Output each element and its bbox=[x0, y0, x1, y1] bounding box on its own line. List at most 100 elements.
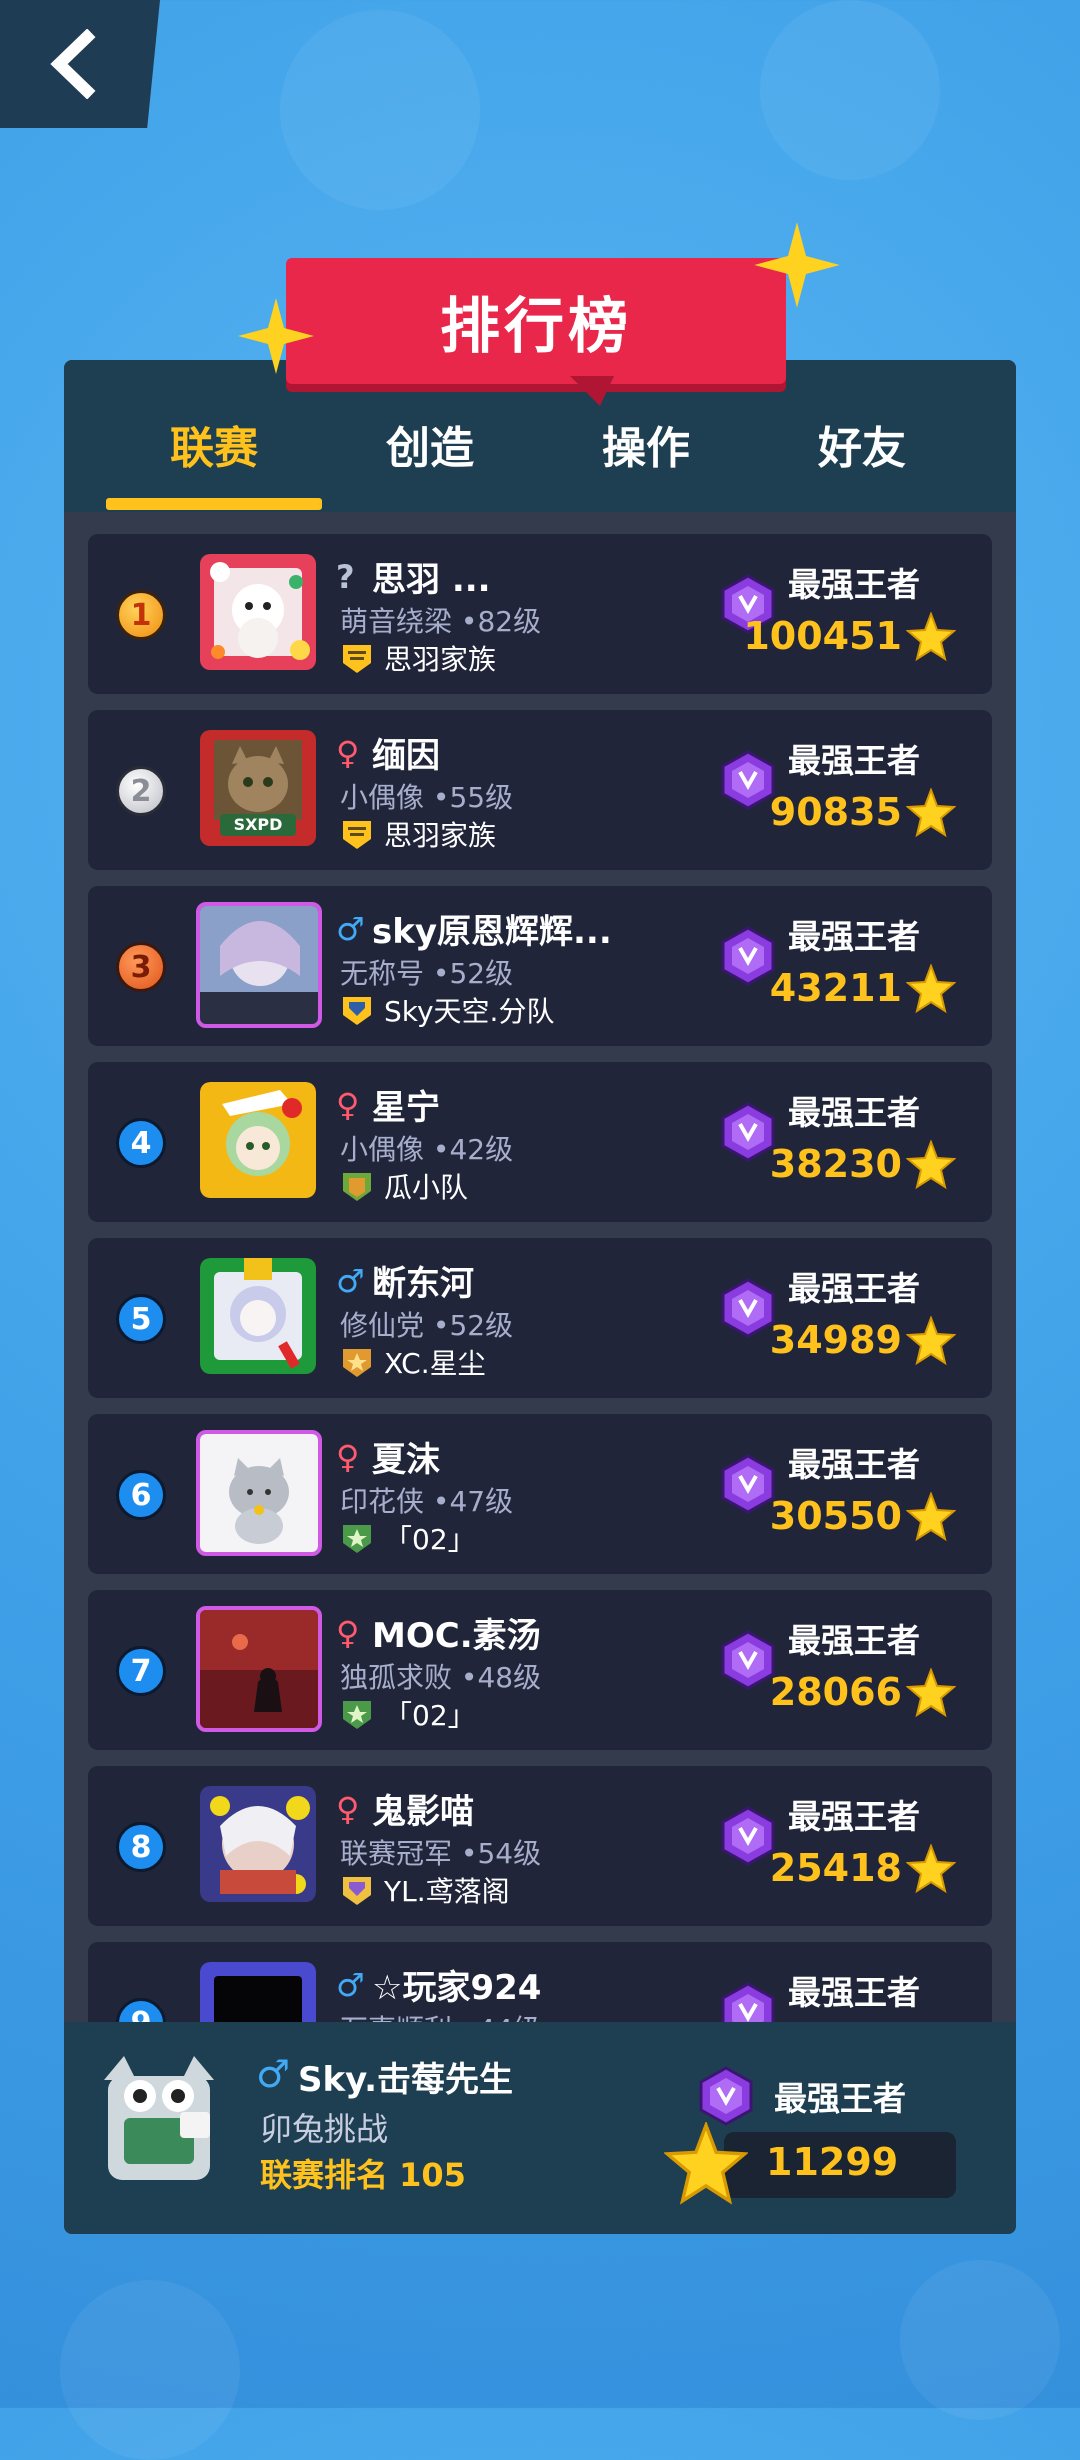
team-badge-icon bbox=[343, 1701, 371, 1729]
player-row[interactable]: 8 ♀ 鬼影喵 联赛冠军 •54级 YL.鸢落阁 最强王者 25418 bbox=[88, 1766, 992, 1926]
team-name: 思羽家族 bbox=[384, 819, 497, 852]
player-level: •82级 bbox=[460, 605, 542, 638]
team-badge-icon bbox=[343, 997, 371, 1025]
player-name: 断东河 bbox=[372, 1264, 474, 1304]
sparkle-icon bbox=[754, 222, 840, 308]
star-icon bbox=[906, 1668, 956, 1718]
my-ranking-bar[interactable]: ♂ Sky.击莓先生 卯兔挑战 联赛排名 105 最强王者 11299 bbox=[64, 2022, 1016, 2234]
player-name: 思羽 ... bbox=[372, 560, 491, 600]
tab-operation[interactable]: 操作 bbox=[538, 412, 754, 476]
player-row[interactable]: 9 ♂ ☆玩家924 万事顺利 •44级 最强王者 bbox=[88, 1942, 992, 2022]
player-row[interactable]: 1 ? 思羽 ... 萌音绕梁 •82级 思羽家族 最强王者 100451 bbox=[88, 534, 992, 694]
player-row[interactable]: 3 ♂ sky原恩辉辉... 无称号 •52级 Sky天空.分队 最强王者 43… bbox=[88, 886, 992, 1046]
team-badge-icon bbox=[343, 1349, 371, 1377]
player-title: 印花侠 bbox=[340, 1485, 425, 1518]
team-name: 思羽家族 bbox=[384, 643, 497, 676]
tab-league[interactable]: 联赛 bbox=[106, 412, 322, 476]
bg-decoration bbox=[760, 0, 940, 180]
my-subtitle: 卯兔挑战 bbox=[260, 2110, 389, 2148]
player-title: 萌音绕梁 bbox=[340, 605, 453, 638]
player-level: •48级 bbox=[460, 1661, 542, 1694]
player-title: 小偶像 bbox=[340, 1133, 425, 1166]
star-icon bbox=[906, 788, 956, 838]
tab-friends[interactable]: 好友 bbox=[754, 412, 970, 476]
player-title-level: 小偶像 •55级 bbox=[340, 776, 513, 816]
gender-icon: ♀ bbox=[336, 1790, 360, 1828]
score-value: 38230 bbox=[769, 1142, 902, 1186]
player-level: •47级 bbox=[432, 1485, 514, 1518]
player-title-level: 万事顺利 •44级 bbox=[340, 2008, 541, 2022]
team-badge-icon bbox=[343, 645, 371, 673]
player-row[interactable]: 7 ♀ MOC.素汤 独孤求败 •48级 「02」 最强王者 28066 bbox=[88, 1590, 992, 1750]
leaderboard-panel: 联赛 创造 操作 好友 1 ? 思羽 ... 萌音绕梁 •82级 思羽家族 最强… bbox=[64, 360, 1016, 2234]
star-icon bbox=[906, 1844, 956, 1894]
back-button[interactable] bbox=[0, 0, 160, 128]
player-row[interactable]: 2 SXPD ♀ 缅因 小偶像 •55级 思羽家族 最强王者 90835 bbox=[88, 710, 992, 870]
rank-badge: 8 bbox=[116, 1822, 166, 1872]
star-icon bbox=[906, 1140, 956, 1190]
player-row[interactable]: 6 ♀ 夏沫 印花侠 •47级 「02」 最强王者 30550 bbox=[88, 1414, 992, 1574]
rank-badge: 7 bbox=[116, 1646, 166, 1696]
avatar[interactable] bbox=[200, 1962, 316, 2022]
ranking-list[interactable]: 1 ? 思羽 ... 萌音绕梁 •82级 思羽家族 最强王者 100451 2 … bbox=[64, 512, 1016, 2022]
team-badge-icon bbox=[343, 1525, 371, 1553]
score-value: 25418 bbox=[769, 1846, 902, 1890]
active-tab-indicator bbox=[106, 498, 322, 510]
my-name: Sky.击莓先生 bbox=[298, 2060, 514, 2100]
avatar[interactable] bbox=[196, 902, 322, 1028]
tab-create[interactable]: 创造 bbox=[322, 412, 538, 476]
gender-icon: ♀ bbox=[336, 1438, 360, 1476]
gender-icon: ♂ bbox=[336, 1262, 365, 1300]
avatar[interactable] bbox=[196, 1430, 322, 1556]
score-value: 90835 bbox=[769, 790, 902, 834]
player-level: •52级 bbox=[432, 1309, 514, 1342]
avatar[interactable] bbox=[196, 1606, 322, 1732]
my-gender-icon: ♂ bbox=[256, 2052, 291, 2096]
player-title-level: 印花侠 •47级 bbox=[340, 1480, 513, 1520]
star-icon bbox=[906, 1316, 956, 1366]
bg-decoration bbox=[280, 10, 480, 210]
player-name: 星宁 bbox=[372, 1088, 440, 1128]
team-name: Sky天空.分队 bbox=[384, 995, 555, 1028]
player-level: •55级 bbox=[432, 781, 514, 814]
my-league-rank: 联赛排名 105 bbox=[260, 2156, 466, 2194]
score-value: 43211 bbox=[769, 966, 902, 1010]
chevron-left-icon bbox=[50, 29, 96, 99]
gender-icon: ? bbox=[336, 558, 355, 596]
rank-badge: 5 bbox=[116, 1294, 166, 1344]
tier-label: 最强王者 bbox=[788, 741, 920, 780]
player-title: 联赛冠军 bbox=[340, 1837, 453, 1870]
score-value: 100451 bbox=[743, 614, 902, 658]
star-icon bbox=[906, 612, 956, 662]
sparkle-icon bbox=[238, 298, 314, 374]
avatar[interactable] bbox=[200, 1258, 316, 1374]
banner-body: 排行榜 bbox=[286, 258, 786, 384]
player-title: 修仙党 bbox=[340, 1309, 425, 1342]
player-title: 万事顺利 bbox=[340, 2013, 452, 2022]
banner-tail bbox=[570, 376, 614, 406]
star-icon bbox=[906, 1492, 956, 1542]
team-badge-icon bbox=[343, 1173, 371, 1201]
player-row[interactable]: 5 ♂ 断东河 修仙党 •52级 XC.星尘 最强王者 34989 bbox=[88, 1238, 992, 1398]
player-level: •52级 bbox=[432, 957, 514, 990]
gender-icon: ♂ bbox=[336, 910, 365, 948]
team-name: XC.星尘 bbox=[384, 1347, 486, 1380]
player-title-level: 独孤求败 •48级 bbox=[340, 1656, 541, 1696]
player-level: •54级 bbox=[460, 1837, 542, 1870]
svg-text:SXPD: SXPD bbox=[234, 815, 283, 834]
tier-label: 最强王者 bbox=[788, 917, 920, 956]
player-title: 小偶像 bbox=[340, 781, 425, 814]
rank-badge: 9 bbox=[116, 1998, 166, 2022]
avatar[interactable] bbox=[200, 1786, 316, 1902]
avatar[interactable]: SXPD bbox=[200, 730, 316, 846]
team-name: YL.鸢落阁 bbox=[384, 1875, 510, 1908]
rank-badge: 2 bbox=[116, 766, 166, 816]
player-row[interactable]: 4 ♀ 星宁 小偶像 •42级 瓜小队 最强王者 38230 bbox=[88, 1062, 992, 1222]
tier-gem-icon bbox=[699, 2066, 753, 2126]
avatar[interactable] bbox=[200, 554, 316, 670]
team-name: 「02」 bbox=[384, 1523, 476, 1556]
player-name: 夏沫 bbox=[372, 1440, 440, 1480]
gender-icon: ♀ bbox=[336, 734, 360, 772]
avatar[interactable] bbox=[200, 1082, 316, 1198]
player-level: •42级 bbox=[432, 1133, 514, 1166]
